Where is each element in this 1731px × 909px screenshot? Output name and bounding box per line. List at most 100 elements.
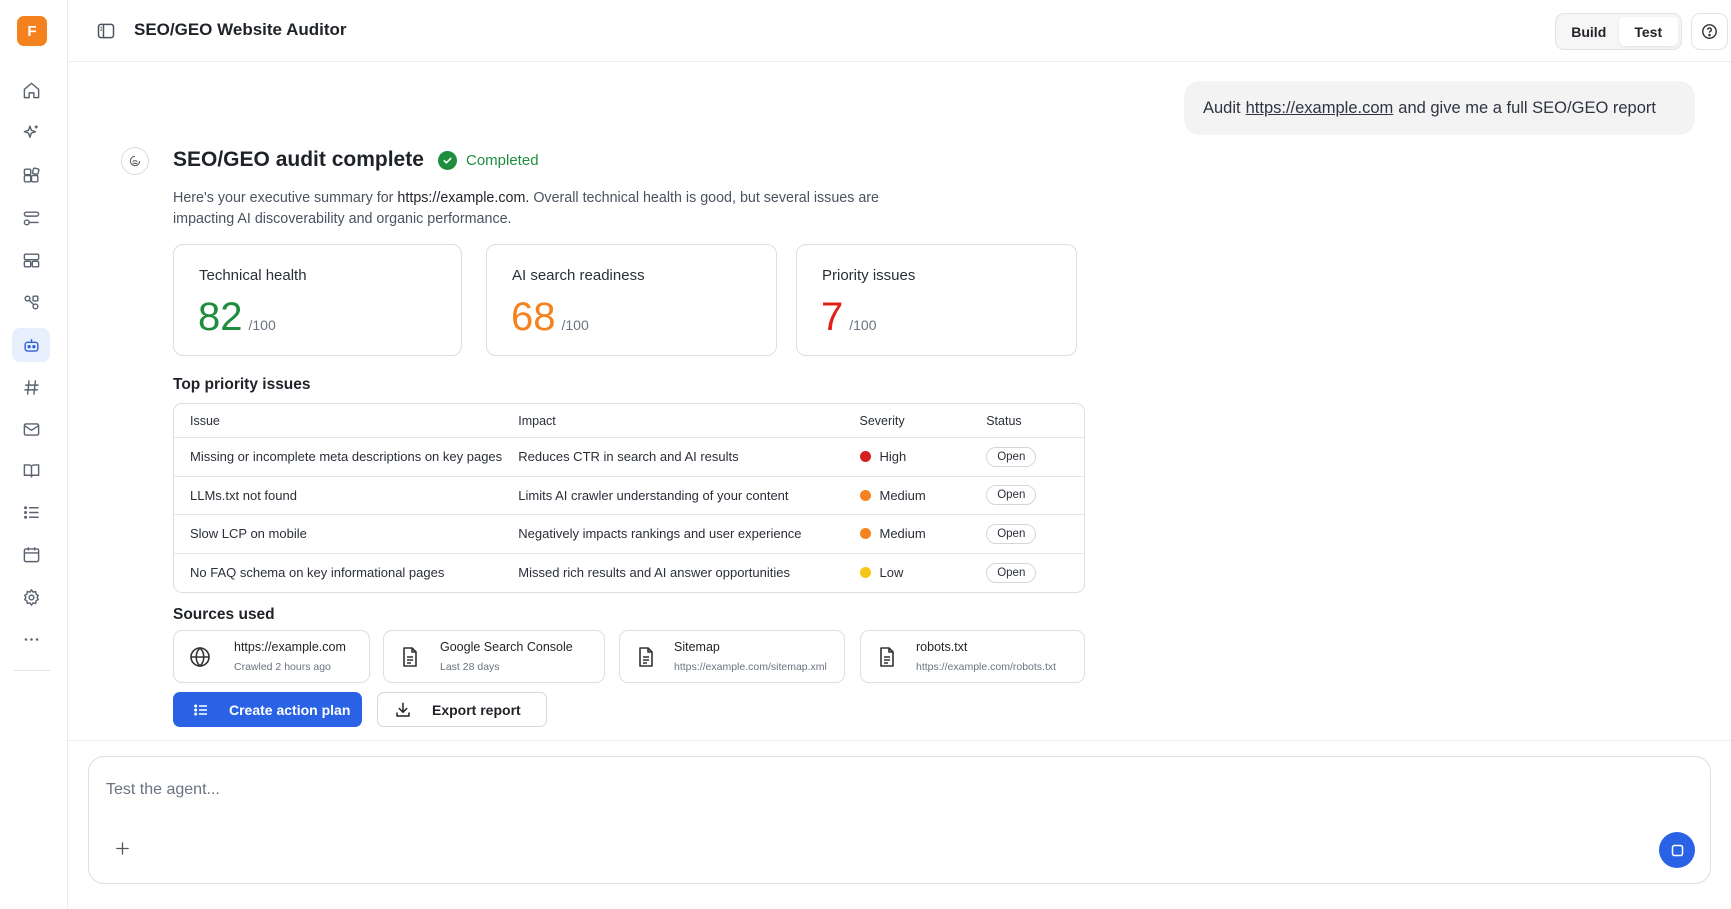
mode-test-button[interactable]: Test: [1618, 17, 1678, 46]
severity-dot-icon: [859, 451, 871, 463]
document-icon: [634, 645, 658, 669]
status-label: Completed: [466, 152, 539, 169]
impact-cell: Reduces CTR in search and AI results: [518, 449, 739, 465]
ai-search-readiness-card: AI search readiness 68 /100: [486, 244, 777, 356]
source-subtitle: https://example.com/sitemap.xml: [674, 661, 827, 673]
table-header-row: Issue Impact Severity Status: [174, 404, 1084, 438]
status-pill[interactable]: Open: [986, 485, 1037, 506]
layout-icon[interactable]: [12, 243, 50, 277]
issue-cell: Missing or incomplete meta descriptions …: [190, 449, 503, 465]
nodes-icon[interactable]: [12, 285, 50, 319]
issue-cell: Slow LCP on mobile: [190, 526, 307, 542]
impact-cell: Limits AI crawler understanding of your …: [518, 487, 789, 503]
response-title: SEO/GEO audit complete: [173, 148, 424, 171]
book-icon[interactable]: [12, 453, 50, 487]
mode-switch[interactable]: Build Test: [1555, 13, 1682, 50]
severity-cell: Medium: [859, 526, 987, 542]
card-score: 7: [821, 295, 844, 339]
source-subtitle: Crawled 2 hours ago: [234, 661, 331, 673]
severity-label: High: [879, 449, 907, 465]
severity-dot-icon: [859, 528, 871, 540]
check-circle-icon: [438, 151, 457, 170]
user-message-bubble: Audit https://example.com and give me a …: [1184, 81, 1695, 135]
source-title: https://example.com: [234, 640, 346, 654]
composer-divider: [68, 740, 1731, 741]
user-message-link[interactable]: https://example.com: [1246, 99, 1394, 118]
globe-icon: [188, 645, 212, 669]
message-composer[interactable]: Test the agent...: [88, 756, 1711, 884]
status-cell: Open: [986, 562, 1084, 583]
source-title: Google Search Console: [440, 640, 573, 654]
stop-button[interactable]: [1659, 832, 1695, 868]
list-icon: [193, 702, 209, 718]
column-header-status: Status: [986, 413, 1022, 428]
app-logo[interactable]: F: [17, 16, 47, 46]
card-denominator: /100: [849, 317, 877, 333]
source-card-search-console[interactable]: Google Search Console Last 28 days: [383, 630, 605, 683]
status-badge: Completed: [438, 151, 539, 170]
hash-icon[interactable]: [12, 370, 50, 404]
gear-icon[interactable]: [12, 580, 50, 614]
status-pill[interactable]: Open: [986, 562, 1037, 583]
status-pill[interactable]: Open: [986, 523, 1037, 544]
mail-icon[interactable]: [12, 412, 50, 446]
status-cell: Open: [986, 523, 1084, 544]
priority-issues-card: Priority issues 7 /100: [796, 244, 1077, 356]
calendar-icon[interactable]: [12, 537, 50, 571]
source-card-sitemap[interactable]: Sitemap https://example.com/sitemap.xml: [619, 630, 845, 683]
card-score: 68: [511, 295, 556, 339]
severity-label: Medium: [879, 487, 926, 503]
table-row[interactable]: Slow LCP on mobile Negatively impacts ra…: [174, 515, 1084, 554]
executive-summary: Here's your executive summary for https:…: [173, 188, 913, 230]
user-message-suffix: and give me a full SEO/GEO report: [1398, 98, 1656, 117]
table-row[interactable]: Missing or incomplete meta descriptions …: [174, 438, 1084, 477]
export-report-button[interactable]: Export report: [377, 692, 547, 727]
home-icon[interactable]: [12, 73, 50, 107]
impact-cell: Missed rich results and AI answer opport…: [518, 565, 790, 581]
status-cell: Open: [986, 485, 1084, 506]
card-label: Priority issues: [822, 267, 916, 284]
more-icon[interactable]: [12, 622, 50, 656]
severity-cell: Medium: [859, 487, 987, 503]
column-header-severity: Severity: [859, 413, 905, 428]
sidebar: F: [0, 0, 68, 909]
export-report-label: Export report: [432, 701, 521, 718]
toggle-sidebar-icon[interactable]: [96, 21, 116, 41]
severity-cell: Low: [859, 565, 987, 580]
page-title: SEO/GEO Website Auditor: [134, 20, 347, 39]
list-icon[interactable]: [12, 495, 50, 529]
card-label: AI search readiness: [512, 267, 645, 284]
help-icon[interactable]: [1691, 13, 1728, 50]
sparkle-icon[interactable]: [12, 115, 50, 149]
card-label: Technical health: [199, 267, 307, 284]
create-action-plan-button[interactable]: Create action plan: [173, 692, 362, 727]
severity-label: Medium: [879, 526, 926, 542]
issues-table: Issue Impact Severity Status Missing or …: [173, 403, 1085, 593]
summary-url: https://example.com.: [397, 190, 530, 206]
top-header: SEO/GEO Website Auditor Build Test: [68, 0, 1731, 62]
robot-icon[interactable]: [12, 328, 50, 362]
source-subtitle: Last 28 days: [440, 661, 500, 673]
impact-cell: Negatively impacts rankings and user exp…: [518, 526, 802, 542]
plus-icon[interactable]: [114, 840, 131, 857]
source-card-robots[interactable]: robots.txt https://example.com/robots.tx…: [860, 630, 1085, 683]
composer-placeholder[interactable]: Test the agent...: [106, 781, 220, 799]
summary-prefix: Here's your executive summary for: [173, 190, 394, 206]
card-score: 82: [198, 295, 243, 339]
apps-icon[interactable]: [12, 158, 50, 192]
severity-cell: High: [859, 449, 987, 465]
column-header-issue: Issue: [190, 413, 220, 428]
document-icon: [875, 645, 899, 669]
source-card-website[interactable]: https://example.com Crawled 2 hours ago: [173, 630, 370, 683]
sources-heading: Sources used: [173, 606, 275, 623]
severity-dot-icon: [859, 489, 871, 501]
issues-heading: Top priority issues: [173, 376, 311, 393]
table-row[interactable]: LLMs.txt not found Limits AI crawler und…: [174, 477, 1084, 515]
workflow-icon[interactable]: [12, 201, 50, 235]
mode-build-button[interactable]: Build: [1559, 17, 1619, 46]
card-denominator: /100: [561, 317, 589, 333]
table-row[interactable]: No FAQ schema on key informational pages…: [174, 554, 1084, 593]
download-icon: [394, 701, 412, 719]
status-pill[interactable]: Open: [986, 446, 1037, 467]
source-title: robots.txt: [916, 640, 968, 654]
